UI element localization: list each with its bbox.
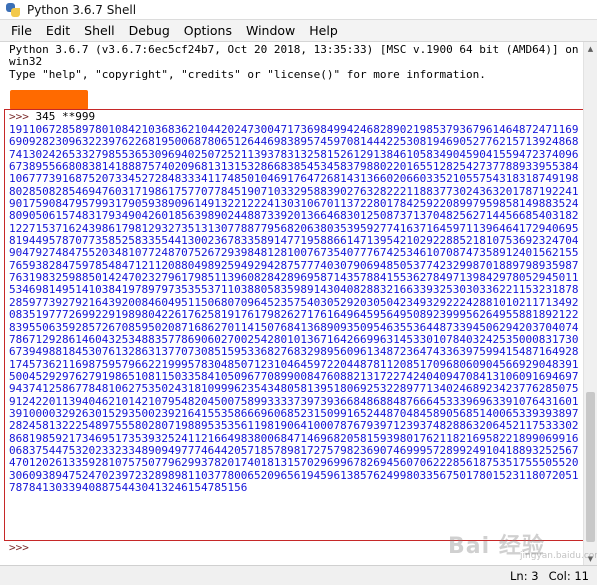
watermark-sub: jingyan.baidu.com xyxy=(520,551,597,561)
shell-prompt-next[interactable]: >>> xyxy=(9,541,36,554)
python-logo-icon xyxy=(5,2,21,18)
shell-banner: Python 3.6.7 (v3.6.7:6ec5cf24b7, Oct 20 … xyxy=(9,43,579,81)
redaction-mark xyxy=(10,90,88,110)
status-bar: Ln: 3 Col: 11 xyxy=(0,565,597,585)
status-line: Ln: 3 xyxy=(510,568,539,583)
menu-bar: File Edit Shell Debug Options Window Hel… xyxy=(0,20,597,42)
input-line: >>> 345 **999 xyxy=(9,110,96,123)
scroll-up-icon[interactable]: ▲ xyxy=(584,42,597,55)
shell-command: 345 **999 xyxy=(35,110,96,123)
menu-window[interactable]: Window xyxy=(239,20,302,42)
window-title: Python 3.6.7 Shell xyxy=(27,2,137,17)
title-bar: Python 3.6.7 Shell xyxy=(0,0,597,20)
vertical-scrollbar[interactable]: ▲ ▼ xyxy=(583,42,597,565)
menu-debug[interactable]: Debug xyxy=(122,20,177,42)
menu-help[interactable]: Help xyxy=(302,20,345,42)
scrollbar-thumb[interactable] xyxy=(586,392,595,542)
menu-file[interactable]: File xyxy=(4,20,39,42)
shell-output: 1911067285897801084210368362104420247300… xyxy=(9,123,579,494)
menu-shell[interactable]: Shell xyxy=(77,20,122,42)
menu-edit[interactable]: Edit xyxy=(39,20,77,42)
menu-options[interactable]: Options xyxy=(177,20,239,42)
shell-prompt: >>> xyxy=(9,110,36,123)
status-col: Col: 11 xyxy=(548,568,589,583)
shell-text-area[interactable]: Python 3.6.7 (v3.6.7:6ec5cf24b7, Oct 20 … xyxy=(0,42,597,565)
